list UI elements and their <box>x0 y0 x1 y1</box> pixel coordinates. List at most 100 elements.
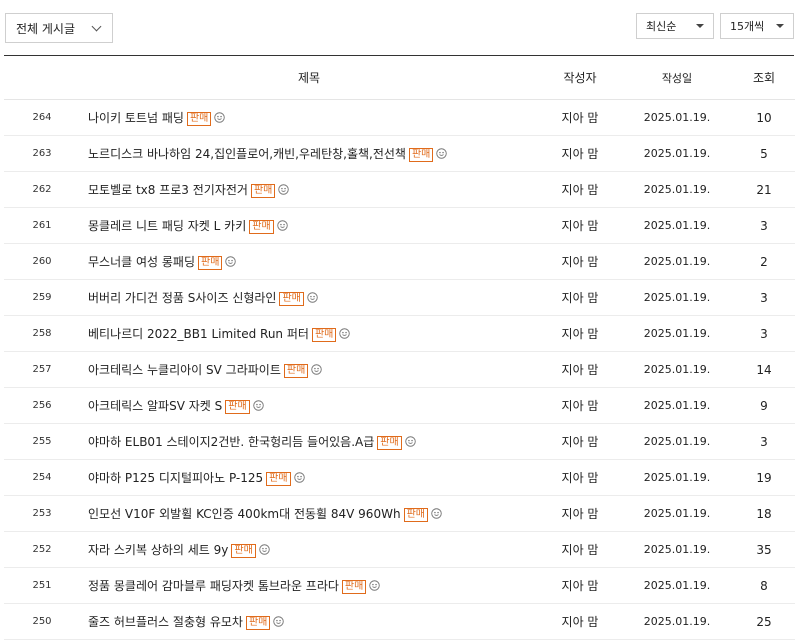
sort-order-select[interactable]: 최신순 <box>636 13 714 39</box>
post-title-cell: 무스너클 여성 롱패딩 판매 <box>80 243 539 280</box>
member-level-icon <box>339 328 351 339</box>
post-title-link[interactable]: 무스너클 여성 롱패딩 <box>88 255 195 269</box>
post-date: 2025.01.19. <box>621 351 733 388</box>
post-views: 25 <box>733 603 795 640</box>
post-date: 2025.01.19. <box>621 495 733 532</box>
post-number: 252 <box>4 531 80 568</box>
post-views: 35 <box>733 531 795 568</box>
sale-badge: 판매 <box>231 544 256 558</box>
post-number: 263 <box>4 135 80 172</box>
post-date: 2025.01.19. <box>621 171 733 208</box>
sale-badge: 판매 <box>249 220 274 234</box>
member-level-icon <box>436 148 448 159</box>
post-author[interactable]: 지아 맘 <box>539 387 621 424</box>
table-row: 251 정품 몽클레어 감마블루 패딩자켓 톰브라운 프라다 판매 지아 맘 2025.… <box>4 567 795 604</box>
chevron-down-icon <box>91 21 102 32</box>
sale-badge: 판매 <box>279 292 304 306</box>
post-views: 19 <box>733 459 795 496</box>
post-views: 14 <box>733 351 795 388</box>
sale-badge: 판매 <box>311 328 337 342</box>
page-size-select[interactable]: 15개씩 <box>720 13 794 39</box>
post-number: 255 <box>4 423 80 460</box>
post-number: 250 <box>4 603 80 640</box>
post-title-link[interactable]: 몽클레르 니트 패딩 자켓 L 카키 <box>88 219 246 233</box>
post-author[interactable]: 지아 맘 <box>539 351 621 388</box>
post-title-cell: 몽클레르 니트 패딩 자켓 L 카키 판매 <box>80 207 539 244</box>
post-title-cell: 자라 스키복 상하의 세트 9y 판매 <box>80 531 539 568</box>
post-title-link[interactable]: 버버리 가디건 정품 S사이즈 신형라인 <box>88 291 276 305</box>
sort-order-value: 최신순 <box>646 20 677 33</box>
post-title-link[interactable]: 줄즈 허브플러스 절충형 유모차 <box>88 615 243 629</box>
post-author[interactable]: 지아 맘 <box>539 567 621 604</box>
post-number: 251 <box>4 567 80 604</box>
post-title-cell: 버버리 가디건 정품 S사이즈 신형라인 판매 <box>80 279 539 316</box>
table-row: 255 야마하 ELB01 스테이지2건반. 한국헝리듬 들어있음.A급 판매 지아 … <box>4 423 795 460</box>
post-author[interactable]: 지아 맘 <box>539 279 621 316</box>
post-author[interactable]: 지아 맘 <box>539 531 621 568</box>
post-filter-dropdown[interactable]: 전체 게시글 <box>5 13 113 43</box>
post-title-link[interactable]: 야마하 P125 디지털피아노 P-125 <box>88 471 263 485</box>
table-header-row: 제목 작성자 작성일 조회 <box>4 56 795 100</box>
board-toolbar: 전체 게시글 최신순 15개씩 <box>4 0 794 56</box>
sale-badge: 판매 <box>341 580 367 594</box>
member-level-icon <box>369 580 381 591</box>
table-row: 261 몽클레르 니트 패딩 자켓 L 카키 판매 지아 맘 2025.01.19. 3 <box>4 207 795 244</box>
table-row: 258 베티나르디 2022_BB1 Limited Run 퍼터 판매 지아 맘 20… <box>4 315 795 352</box>
page-size-value: 15개씩 <box>730 20 765 33</box>
post-views: 3 <box>733 279 795 316</box>
post-date: 2025.01.19. <box>621 423 733 460</box>
table-row: 252 자라 스키복 상하의 세트 9y 판매 지아 맘 2025.01.19. 35 <box>4 531 795 568</box>
member-level-icon <box>273 616 285 627</box>
post-author[interactable]: 지아 맘 <box>539 603 621 640</box>
post-views: 5 <box>733 135 795 172</box>
post-list-table: 제목 작성자 작성일 조회 264 나이키 토트넘 패딩 판매 지아 맘 2025.01… <box>4 56 795 640</box>
post-author[interactable]: 지아 맘 <box>539 459 621 496</box>
post-title-link[interactable]: 아크테릭스 알파SV 자켓 S <box>88 399 222 413</box>
caret-down-icon <box>776 24 784 28</box>
member-level-icon <box>252 400 264 411</box>
post-title-cell: 나이키 토트넘 패딩 판매 <box>80 99 539 136</box>
post-author[interactable]: 지아 맘 <box>539 99 621 136</box>
post-author[interactable]: 지아 맘 <box>539 207 621 244</box>
column-header-date: 작성일 <box>621 56 733 100</box>
post-number: 264 <box>4 99 80 136</box>
post-author[interactable]: 지아 맘 <box>539 243 621 280</box>
member-level-icon <box>311 364 323 375</box>
table-row: 259 버버리 가디건 정품 S사이즈 신형라인 판매 지아 맘 2025.01.19.… <box>4 279 795 316</box>
sale-badge: 판매 <box>198 256 223 270</box>
column-header-views: 조회 <box>733 56 795 100</box>
post-filter-label: 전체 게시글 <box>16 21 76 36</box>
post-author[interactable]: 지아 맘 <box>539 423 621 460</box>
table-row: 260 무스너클 여성 롱패딩 판매 지아 맘 2025.01.19. 2 <box>4 243 795 280</box>
post-title-link[interactable]: 자라 스키복 상하의 세트 9y <box>88 543 228 557</box>
post-date: 2025.01.19. <box>621 135 733 172</box>
table-row: 250 줄즈 허브플러스 절충형 유모차 판매 지아 맘 2025.01.19. 25 <box>4 603 795 640</box>
post-title-cell: 아크테릭스 누클리아이 SV 그라파이트 판매 <box>80 351 539 388</box>
post-title-link[interactable]: 아크테릭스 누클리아이 SV 그라파이트 <box>88 363 281 377</box>
post-title-link[interactable]: 인모선 V10F 외발휠 KC인증 400km대 전동휠 84V 960Wh <box>88 507 401 521</box>
member-level-icon <box>259 544 270 555</box>
post-title-cell: 인모선 V10F 외발휠 KC인증 400km대 전동휠 84V 960Wh 판매 <box>80 495 539 532</box>
post-title-link[interactable]: 야마하 ELB01 스테이지2건반. 한국헝리듬 들어있음.A급 <box>88 435 374 449</box>
post-author[interactable]: 지아 맘 <box>539 135 621 172</box>
post-author[interactable]: 지아 맘 <box>539 171 621 208</box>
post-title-link[interactable]: 노르디스크 바나하임 24,집인플로어,캐빈,우레탄창,홀책,전선책 <box>88 147 406 161</box>
member-level-icon <box>307 292 318 303</box>
post-views: 2 <box>733 243 795 280</box>
post-title-link[interactable]: 정품 몽클레어 감마블루 패딩자켓 톰브라운 프라다 <box>88 579 339 593</box>
post-views: 21 <box>733 171 795 208</box>
sale-badge: 판매 <box>266 472 291 486</box>
table-row: 264 나이키 토트넘 패딩 판매 지아 맘 2025.01.19. 10 <box>4 99 795 136</box>
post-views: 3 <box>733 207 795 244</box>
post-title-cell: 모토벨로 tx8 프로3 전기자전거 판매 <box>80 171 539 208</box>
post-title-cell: 줄즈 허브플러스 절충형 유모차 판매 <box>80 603 539 640</box>
post-number: 258 <box>4 315 80 352</box>
post-title-link[interactable]: 베티나르디 2022_BB1 Limited Run 퍼터 <box>88 327 309 341</box>
post-number: 261 <box>4 207 80 244</box>
post-author[interactable]: 지아 맘 <box>539 315 621 352</box>
member-level-icon <box>278 184 290 195</box>
post-title-link[interactable]: 모토벨로 tx8 프로3 전기자전거 <box>88 183 248 197</box>
post-author[interactable]: 지아 맘 <box>539 495 621 532</box>
post-title-cell: 아크테릭스 알파SV 자켓 S 판매 <box>80 387 539 424</box>
post-title-link[interactable]: 나이키 토트넘 패딩 <box>88 111 184 125</box>
